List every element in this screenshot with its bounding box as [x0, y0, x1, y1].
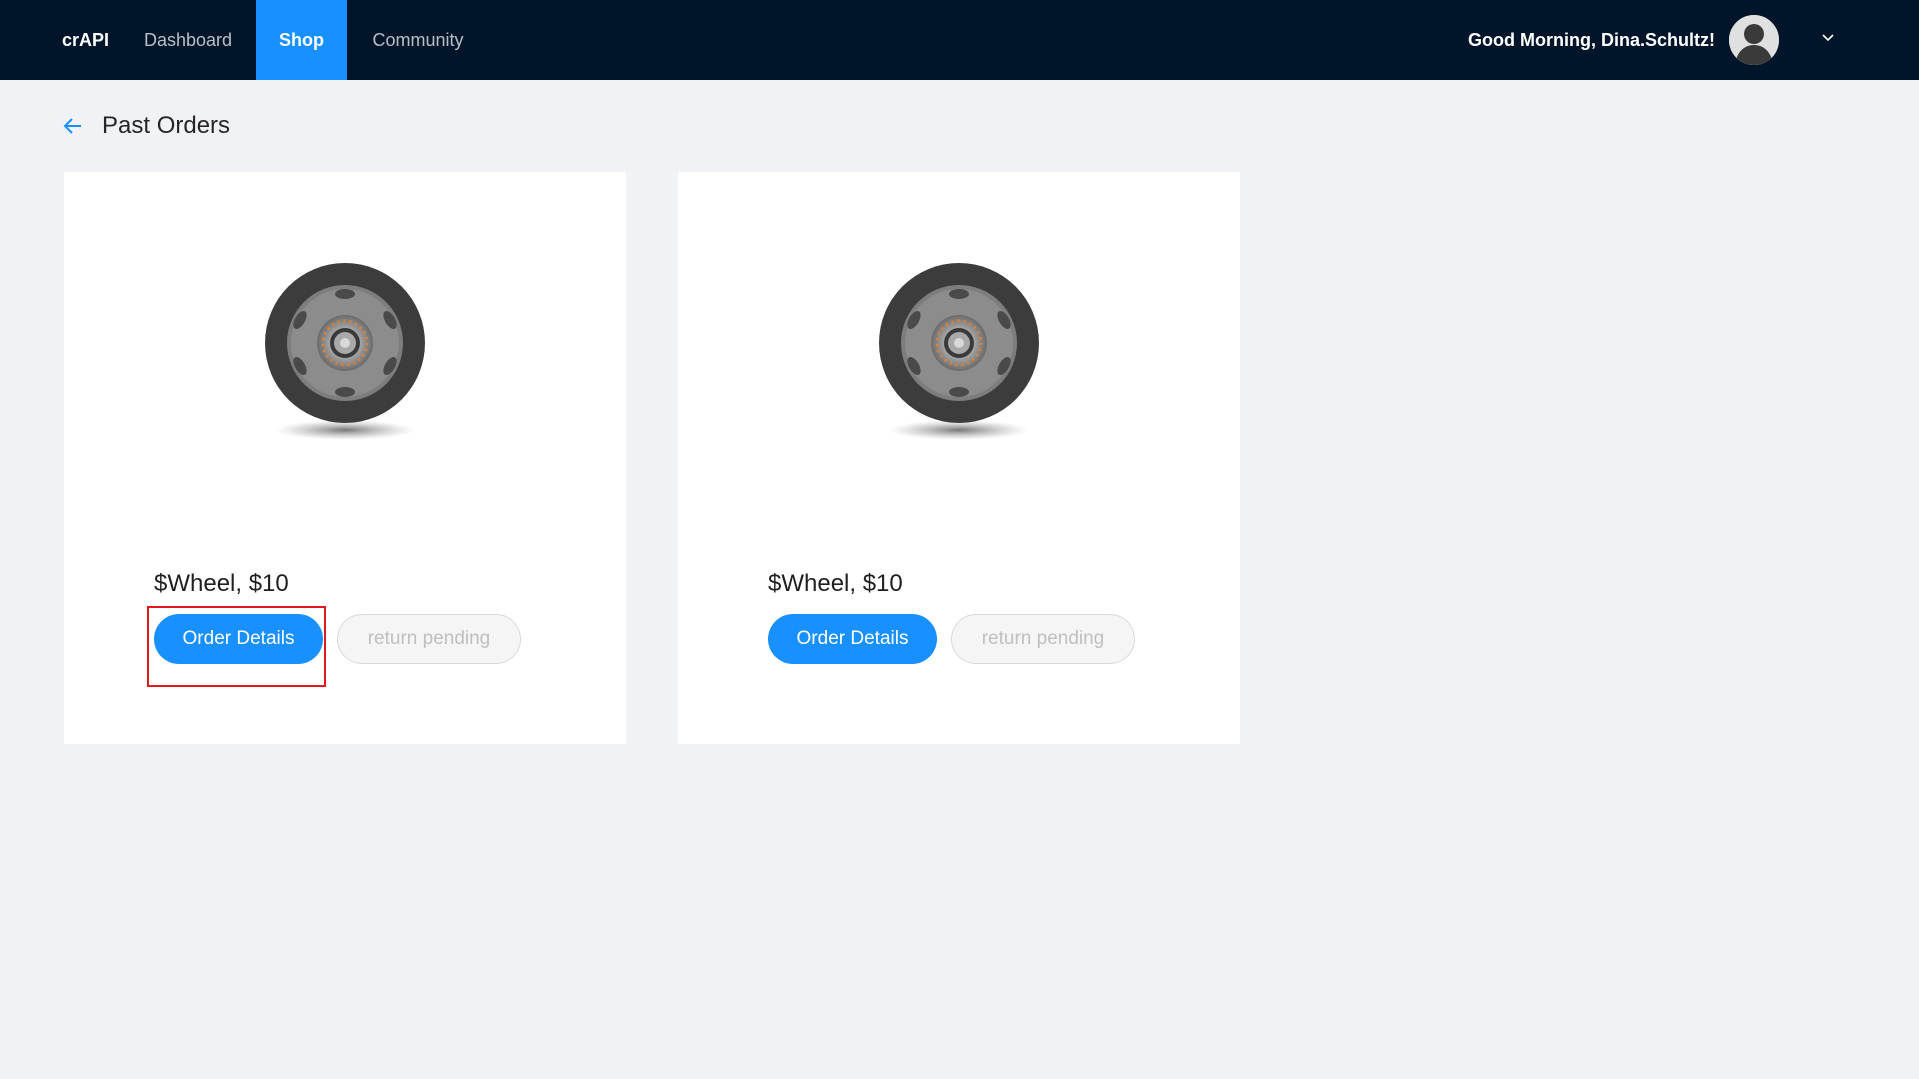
- order-item-title: $Wheel, $10: [768, 570, 903, 597]
- page-header: Past Orders: [62, 106, 230, 146]
- order-card: $Wheel, $10 Order Details return pending: [64, 172, 626, 744]
- wheel-product-image: [879, 263, 1039, 440]
- back-arrow-icon[interactable]: [62, 115, 84, 137]
- return-pending-button: return pending: [951, 614, 1135, 664]
- nav-community[interactable]: Community: [349, 0, 487, 80]
- greeting-text: Good Morning, Dina.Schultz!: [1468, 30, 1715, 50]
- nav-shop[interactable]: Shop: [256, 0, 347, 80]
- user-silhouette-icon: [1729, 15, 1779, 65]
- order-card: $Wheel, $10 Order Details return pending: [678, 172, 1240, 744]
- return-pending-button: return pending: [337, 614, 521, 664]
- brand-logo[interactable]: crAPI: [62, 0, 109, 80]
- wheel-product-image: [265, 263, 425, 440]
- top-navigation-bar: crAPI Dashboard Shop Community Good Morn…: [0, 0, 1919, 80]
- chevron-down-icon[interactable]: [1818, 28, 1838, 48]
- order-details-button[interactable]: Order Details: [154, 614, 323, 664]
- user-avatar[interactable]: [1729, 15, 1779, 65]
- nav-dashboard[interactable]: Dashboard: [124, 0, 252, 80]
- page-title: Past Orders: [102, 112, 231, 139]
- order-details-button[interactable]: Order Details: [768, 614, 937, 664]
- order-item-title: $Wheel, $10: [154, 570, 289, 597]
